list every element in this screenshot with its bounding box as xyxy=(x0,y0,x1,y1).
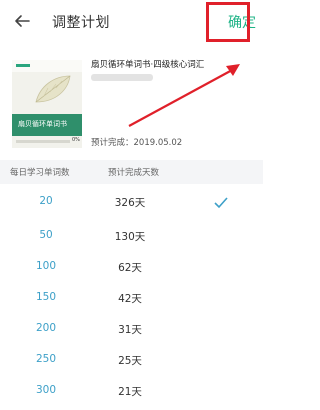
plan-option-row[interactable]: 20 326天 xyxy=(0,184,263,220)
table-header: 每日学习单词数 预计完成天数 xyxy=(0,160,263,184)
days-value: 31天 xyxy=(118,324,142,336)
days-value: 42天 xyxy=(118,293,142,305)
column-header-daily-words: 每日学习单词数 xyxy=(10,168,70,178)
page-title: 调整计划 xyxy=(52,15,110,31)
daily-words-value: 100 xyxy=(35,260,57,272)
cover-progress-bar xyxy=(16,140,70,143)
daily-words-value: 300 xyxy=(35,384,57,396)
daily-words-value: 200 xyxy=(35,322,57,334)
cover-accent-stripe xyxy=(16,64,30,67)
plan-options-list: 20 326天 50 130天 100 62天 150 42天 200 31天 250 25天 300 2… xyxy=(0,184,263,406)
finish-date: 预计完成：2019.05.02 xyxy=(91,138,183,148)
cover-progress-label: 0% xyxy=(72,137,80,143)
book-cover[interactable]: 扇贝循环单词书 0% xyxy=(12,60,82,148)
book-info: 扇贝循环单词书 0% 扇贝循环单词书·四级核心词汇 预计完成：2019.05.0… xyxy=(0,46,263,156)
plan-option-row[interactable]: 50 130天 xyxy=(0,220,263,251)
cover-title-band: 扇贝循环单词书 xyxy=(12,114,82,136)
cover-title: 扇贝循环单词书 xyxy=(18,120,67,128)
days-value: 62天 xyxy=(118,262,142,274)
leaf-illustration-icon xyxy=(35,75,71,103)
arrow-left-icon[interactable] xyxy=(10,9,34,33)
plan-option-row[interactable]: 300 21天 xyxy=(0,375,263,406)
column-header-days: 预计完成天数 xyxy=(108,168,160,178)
days-value: 130天 xyxy=(114,231,146,243)
days-value: 25天 xyxy=(118,355,142,367)
blurred-subtitle xyxy=(91,74,153,81)
plan-option-row[interactable]: 150 42天 xyxy=(0,282,263,313)
plan-option-row[interactable]: 200 31天 xyxy=(0,313,263,344)
app-header: 调整计划 确定 xyxy=(0,0,263,46)
check-icon xyxy=(214,197,228,209)
plan-option-row[interactable]: 250 25天 xyxy=(0,344,263,375)
plan-option-row[interactable]: 100 62天 xyxy=(0,251,263,282)
daily-words-value: 150 xyxy=(35,291,57,303)
highlight-box xyxy=(206,2,250,42)
daily-words-value: 250 xyxy=(35,353,57,365)
days-value: 326天 xyxy=(114,197,146,209)
daily-words-value: 20 xyxy=(39,195,53,207)
book-name: 扇贝循环单词书·四级核心词汇 xyxy=(91,60,205,70)
days-value: 21天 xyxy=(118,386,142,398)
daily-words-value: 50 xyxy=(39,229,53,241)
